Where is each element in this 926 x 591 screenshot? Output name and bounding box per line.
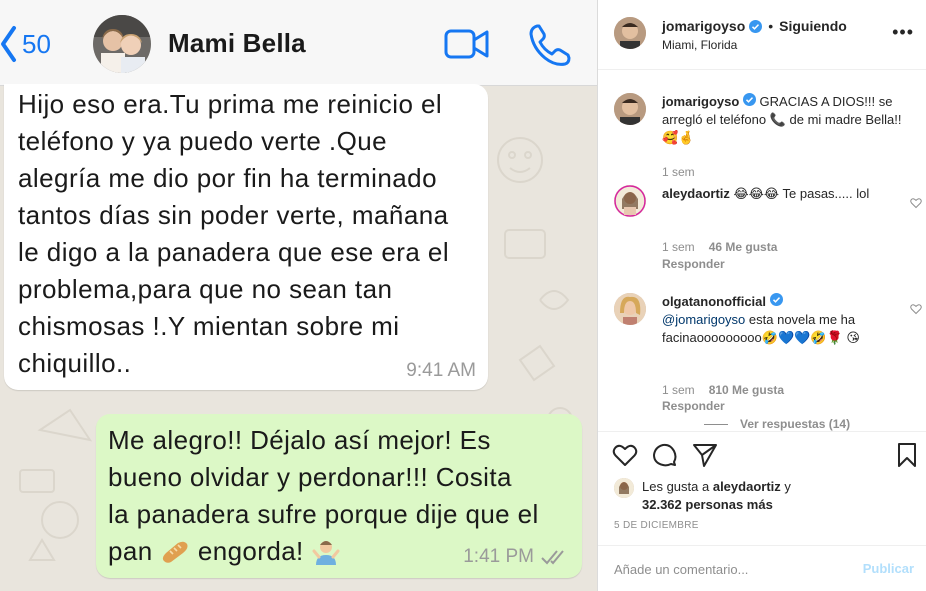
- message-line: la panadera sufre porque dije que el: [108, 499, 539, 529]
- message-status: 1:41 PM: [463, 546, 568, 568]
- comment-item: olgatanonofficial @jomarigoyso esta nove…: [614, 293, 922, 413]
- likes-text: Les gusta a aleydaortiz y 32.362 persona…: [642, 478, 791, 514]
- outgoing-message[interactable]: Me alegro!! Déjalo así mejor! Es bueno o…: [96, 414, 582, 578]
- message-line: Hijo eso era.Tu prima me reinicio el: [18, 89, 443, 119]
- laughing-emoji-icon: 😂😂😂: [733, 186, 780, 201]
- message-line: le digo a la panadera que ese era el: [18, 237, 450, 267]
- comment-username[interactable]: olgatanonofficial: [662, 294, 766, 309]
- heart-icon[interactable]: [612, 442, 638, 468]
- instagram-panel: jomarigoyso • Siguiendo Miami, Florida •…: [597, 0, 926, 591]
- comment-username[interactable]: aleydaortiz: [662, 186, 730, 201]
- comment-mention[interactable]: @jomarigoyso: [662, 312, 745, 327]
- shrug-emoji-icon: [312, 541, 340, 566]
- caption-text: jomarigoyso GRACIAS A DIOS!!! se arregló…: [662, 93, 902, 147]
- comment-icon[interactable]: [652, 442, 678, 468]
- chevron-left-icon: [1, 26, 16, 62]
- contact-name[interactable]: Mami Bella: [168, 28, 306, 59]
- message-line: bueno olvidar y perdonar!!! Cosita: [108, 462, 512, 492]
- avatar-photo: [614, 93, 646, 125]
- message-word: engorda!: [197, 536, 304, 566]
- double-check-icon: [541, 550, 564, 565]
- author-avatar[interactable]: [614, 17, 646, 49]
- message-line: problema,para que no sean tan: [18, 274, 393, 304]
- avatar-photo: [614, 17, 646, 49]
- more-options-button[interactable]: •••: [892, 22, 914, 43]
- unread-count: 50: [22, 28, 51, 59]
- message-line: chismosas !.Y mientan sobre mi: [18, 311, 400, 341]
- comment-time[interactable]: 1 sem: [662, 383, 695, 397]
- comment-input[interactable]: [614, 558, 844, 580]
- separator-dot: •: [768, 18, 774, 34]
- reply-button[interactable]: Responder: [662, 257, 725, 271]
- like-comment-heart-icon[interactable]: [910, 303, 922, 315]
- message-timestamp: 9:41 AM: [406, 360, 476, 381]
- chat-header: 50 Mami Bella: [0, 0, 597, 86]
- like-comment-heart-icon[interactable]: [910, 197, 922, 209]
- likes-conj: y: [784, 479, 791, 494]
- avatar-photo: [93, 15, 151, 73]
- crossed-fingers-emoji-icon: 🤞: [678, 130, 695, 145]
- incoming-message-text: Hijo eso era.Tu prima me reinicio el tel…: [18, 86, 488, 382]
- chat-screenshot: 50 Mami Bella Hijo eso era.Tu prima me r…: [0, 0, 597, 591]
- avatar-photo: [614, 185, 646, 217]
- commenter-avatar[interactable]: [614, 293, 646, 325]
- likes-count[interactable]: 32.362 personas más: [642, 497, 773, 512]
- message-timestamp: 1:41 PM: [463, 546, 534, 567]
- video-camera-icon: [444, 29, 489, 59]
- incoming-message[interactable]: Hijo eso era.Tu prima me reinicio el tel…: [4, 84, 488, 390]
- bread-emoji-icon: [163, 541, 188, 563]
- post-location[interactable]: Miami, Florida: [662, 38, 737, 52]
- post-caption: jomarigoyso GRACIAS A DIOS!!! se arregló…: [614, 93, 914, 183]
- message-line: tantos días sin poder verte, mañana: [18, 200, 449, 230]
- video-call-button[interactable]: [443, 26, 491, 62]
- caption-text-part: de mi madre Bella!!: [789, 112, 902, 127]
- comment-likes[interactable]: 810 Me gusta: [709, 383, 784, 397]
- phone-icon: [529, 24, 571, 66]
- likes-prefix: Les gusta a: [642, 479, 710, 494]
- author-info: jomarigoyso • Siguiendo: [662, 18, 847, 34]
- author-username[interactable]: jomarigoyso: [662, 18, 745, 34]
- comment-text: olgatanonofficial @jomarigoyso esta nove…: [662, 293, 902, 347]
- back-button[interactable]: 50: [0, 22, 51, 66]
- comment-time[interactable]: 1 sem: [662, 240, 695, 254]
- liker-avatar[interactable]: [614, 478, 634, 498]
- caption-time[interactable]: 1 sem: [662, 165, 695, 179]
- post-header: jomarigoyso • Siguiendo Miami, Florida •…: [598, 0, 926, 70]
- share-icon[interactable]: [692, 442, 718, 468]
- caption-username[interactable]: jomarigoyso: [662, 94, 739, 109]
- comment-likes[interactable]: 46 Me gusta: [709, 240, 778, 254]
- contact-avatar[interactable]: [93, 15, 151, 73]
- smiling-hearts-emoji-icon: 🥰: [662, 130, 679, 145]
- liker-username[interactable]: aleydaortiz: [713, 479, 781, 494]
- avatar-photo: [614, 478, 634, 498]
- comment-item: aleydaortiz 😂😂😂 Te pasas..... lol 1 sem 4…: [614, 185, 922, 275]
- message-word: pan: [108, 536, 153, 566]
- reply-button[interactable]: Responder: [662, 399, 725, 413]
- message-line: Me alegro!! Déjalo así mejor! Es: [108, 425, 491, 455]
- view-replies-button[interactable]: Ver respuestas (14): [704, 417, 850, 431]
- verified-badge-icon: [742, 93, 756, 106]
- post-actions: Les gusta a aleydaortiz y 32.362 persona…: [598, 431, 926, 541]
- add-comment-bar: Publicar: [598, 545, 926, 591]
- comment-text-part: Te pasas..... lol: [782, 186, 870, 201]
- avatar-photo: [614, 293, 646, 325]
- comment-meta: 1 sem 46 Me gusta: [662, 240, 777, 254]
- post-date[interactable]: 5 DE DICIEMBRE: [614, 520, 699, 531]
- comment-meta: 1 sem 810 Me gusta: [662, 383, 784, 397]
- telephone-emoji-icon: 📞: [769, 112, 786, 127]
- verified-badge-icon: [749, 19, 763, 33]
- message-line: teléfono y ya puedo verte .Que: [18, 126, 388, 156]
- author-avatar[interactable]: [614, 93, 646, 125]
- bookmark-icon[interactable]: [894, 442, 920, 468]
- commenter-avatar[interactable]: [614, 185, 646, 217]
- kiss-emoji-icon: 😘: [846, 330, 860, 345]
- publish-button[interactable]: Publicar: [863, 561, 914, 576]
- verified-badge-icon: [769, 293, 783, 306]
- voice-call-button[interactable]: [525, 20, 571, 66]
- message-line: alegría me dio por fin ha terminado: [18, 163, 437, 193]
- comment-text: aleydaortiz 😂😂😂 Te pasas..... lol: [662, 185, 902, 203]
- following-button[interactable]: Siguiendo: [779, 18, 847, 34]
- laughing-emoji-icon: 🤣💙💙🤣🌹: [761, 330, 843, 345]
- comments-list: jomarigoyso GRACIAS A DIOS!!! se arregló…: [598, 71, 926, 431]
